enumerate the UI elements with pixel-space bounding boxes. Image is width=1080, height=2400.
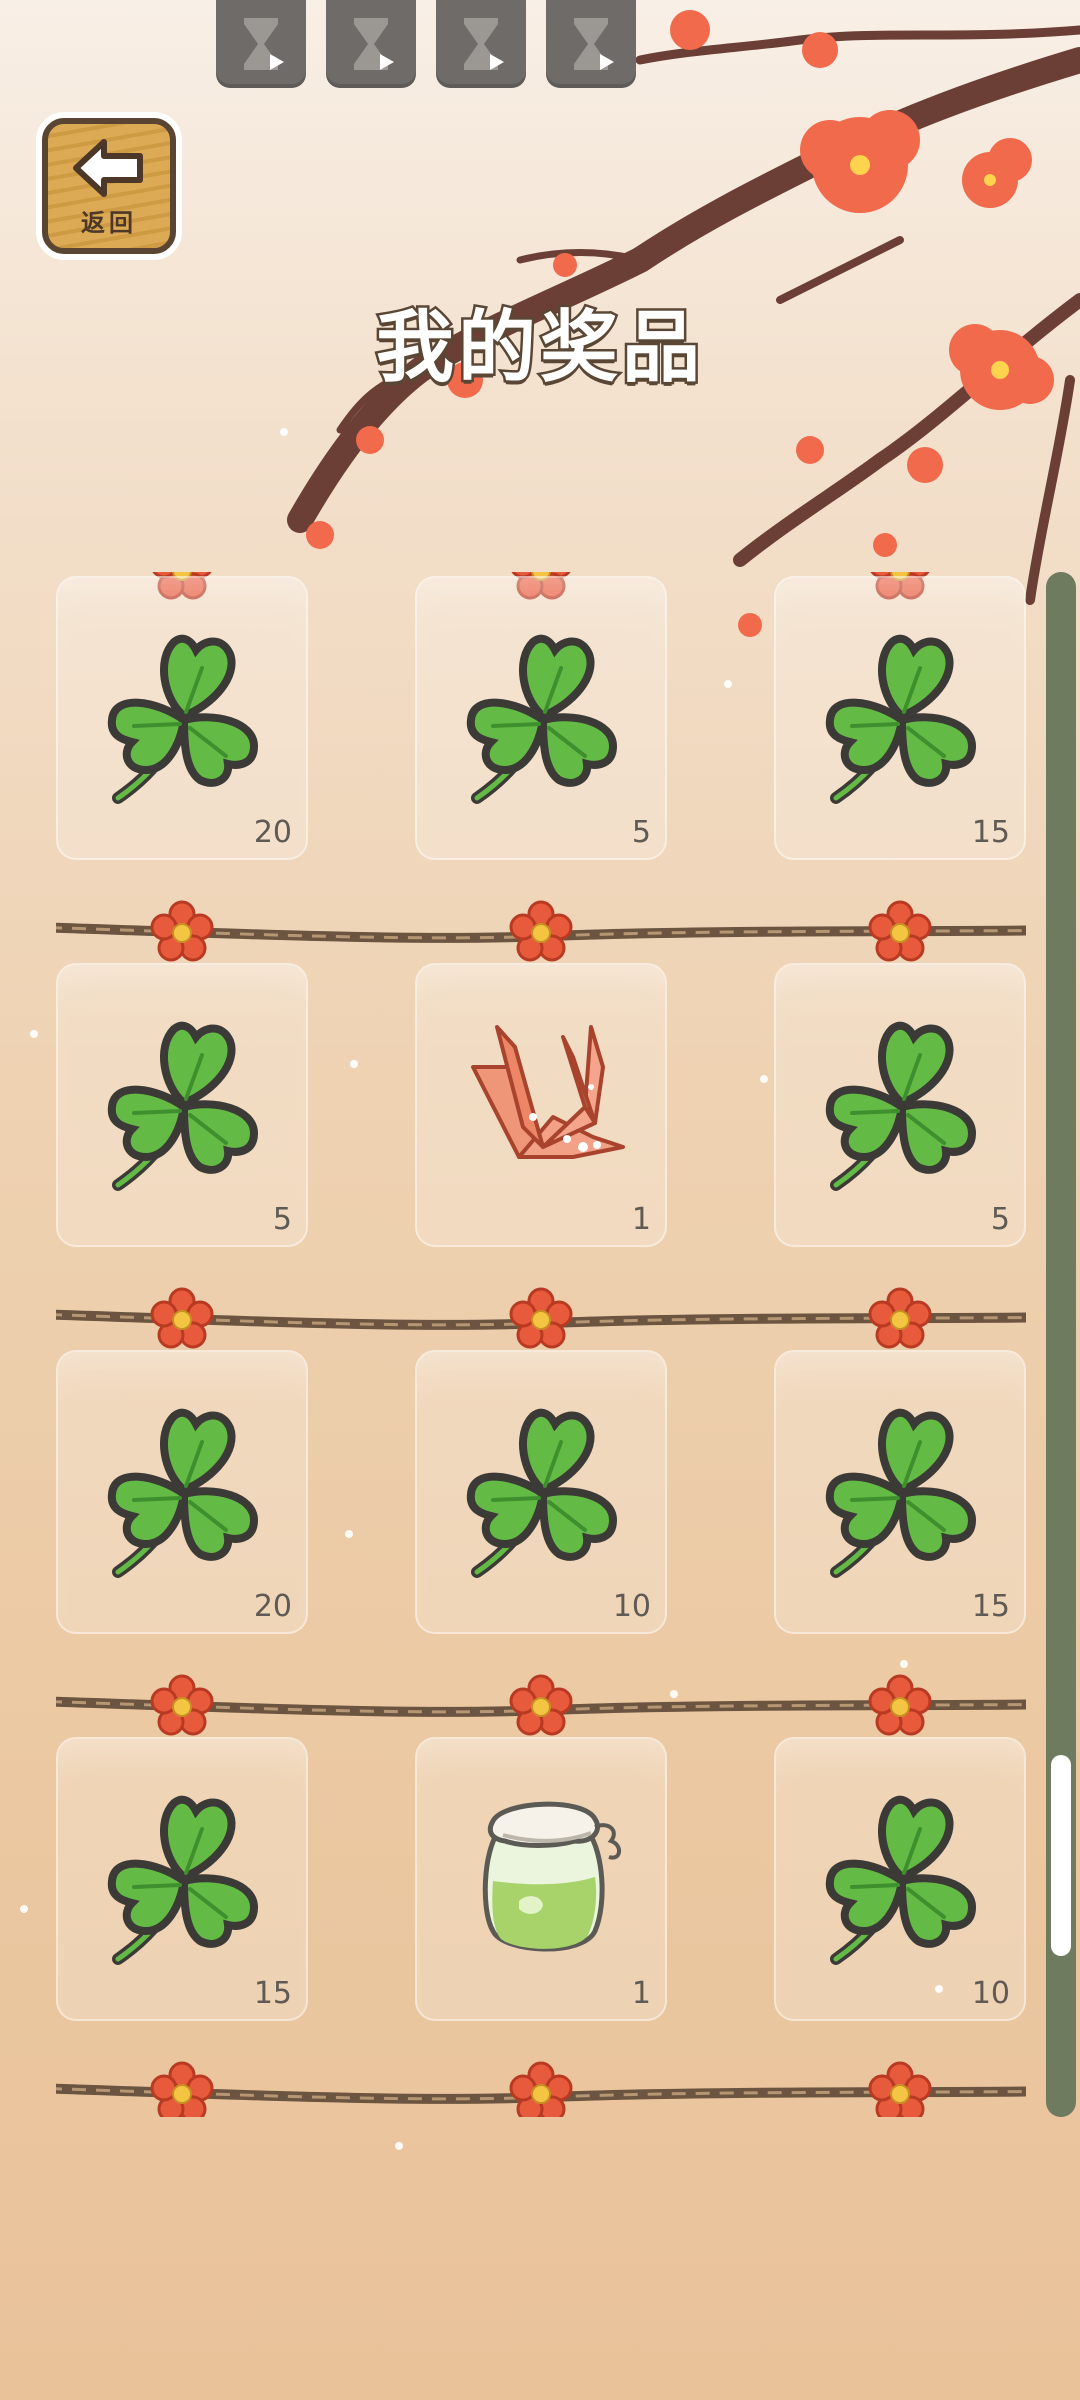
- snow-particle: [760, 1075, 768, 1083]
- flower-icon: [509, 1674, 573, 1742]
- flower-icon: [150, 900, 214, 968]
- prize-count: 15: [971, 815, 1010, 850]
- prize-count: 20: [253, 1589, 292, 1624]
- prize-count: 5: [272, 1202, 292, 1237]
- prize-count: 15: [971, 1589, 1010, 1624]
- prize-card[interactable]: 1: [415, 1737, 667, 2021]
- prize-count: 10: [971, 1976, 1010, 2011]
- hourglass-icon: [354, 18, 394, 70]
- jar-icon: [463, 1781, 633, 1965]
- back-arrow-icon: [73, 139, 143, 197]
- prize-card[interactable]: 15: [774, 576, 1026, 860]
- hourglass-button-2[interactable]: [326, 0, 416, 88]
- clover-icon: [822, 1394, 982, 1583]
- prize-card[interactable]: 20: [56, 576, 308, 860]
- scrollbar[interactable]: [1046, 572, 1076, 2117]
- snow-particle: [30, 1030, 38, 1038]
- prize-card[interactable]: 5: [415, 576, 667, 860]
- snow-particle: [395, 2142, 403, 2150]
- snow-particle: [724, 680, 732, 688]
- clover-icon: [104, 1781, 264, 1970]
- prize-count: 20: [253, 815, 292, 850]
- flower-icon: [868, 1674, 932, 1742]
- hourglass-icon: [464, 18, 504, 70]
- prize-count: 5: [990, 1202, 1010, 1237]
- snow-particle: [350, 1060, 358, 1068]
- prize-count: 1: [631, 1976, 651, 2011]
- flower-icon: [150, 2061, 214, 2117]
- flower-icon: [509, 1287, 573, 1355]
- flower-icon: [150, 1674, 214, 1742]
- snow-particle: [345, 1530, 353, 1538]
- prize-card[interactable]: 15: [56, 1737, 308, 2021]
- clover-icon: [104, 620, 264, 809]
- prize-count: 15: [253, 1976, 292, 2011]
- snow-particle: [935, 1985, 943, 1993]
- scrollbar-thumb[interactable]: [1051, 1755, 1071, 1956]
- flower-icon: [868, 1287, 932, 1355]
- back-button[interactable]: 返回: [42, 118, 176, 254]
- flower-icon: [868, 900, 932, 968]
- hourglass-button-row: [216, 0, 636, 88]
- prize-card[interactable]: 20: [56, 1350, 308, 1634]
- prize-card[interactable]: 10: [415, 1350, 667, 1634]
- snow-particle: [20, 1905, 28, 1913]
- clover-icon: [822, 1781, 982, 1970]
- prize-count: 10: [612, 1589, 651, 1624]
- page-title: 我的奖品: [373, 301, 704, 396]
- back-label: 返回: [81, 209, 137, 237]
- clover-icon: [463, 1394, 623, 1583]
- snow-particle: [280, 428, 288, 436]
- prize-card[interactable]: 1: [415, 963, 667, 1247]
- prize-card[interactable]: 5: [56, 963, 308, 1247]
- flower-icon: [868, 2061, 932, 2117]
- hourglass-button-4[interactable]: [546, 0, 636, 88]
- clover-icon: [822, 620, 982, 809]
- flower-icon: [509, 2061, 573, 2117]
- hourglass-button-1[interactable]: [216, 0, 306, 88]
- flower-icon: [509, 900, 573, 968]
- hourglass-icon: [574, 18, 614, 70]
- prize-count: 5: [631, 815, 651, 850]
- clover-icon: [463, 620, 623, 809]
- clover-icon: [822, 1007, 982, 1196]
- prize-card[interactable]: 15: [774, 1350, 1026, 1634]
- prize-count: 1: [631, 1202, 651, 1237]
- prize-card[interactable]: 5: [774, 963, 1026, 1247]
- snow-particle: [900, 1660, 908, 1668]
- snow-particle: [670, 1690, 678, 1698]
- hourglass-button-3[interactable]: [436, 0, 526, 88]
- flower-icon: [150, 1287, 214, 1355]
- clover-icon: [104, 1007, 264, 1196]
- clover-icon: [104, 1394, 264, 1583]
- prize-grid: 20 5 15 5 1 5 20 10 15 15 1 10: [56, 572, 1026, 2117]
- paper-crane-icon: [463, 1007, 633, 1181]
- prize-card[interactable]: 10: [774, 1737, 1026, 2021]
- hourglass-icon: [244, 18, 284, 70]
